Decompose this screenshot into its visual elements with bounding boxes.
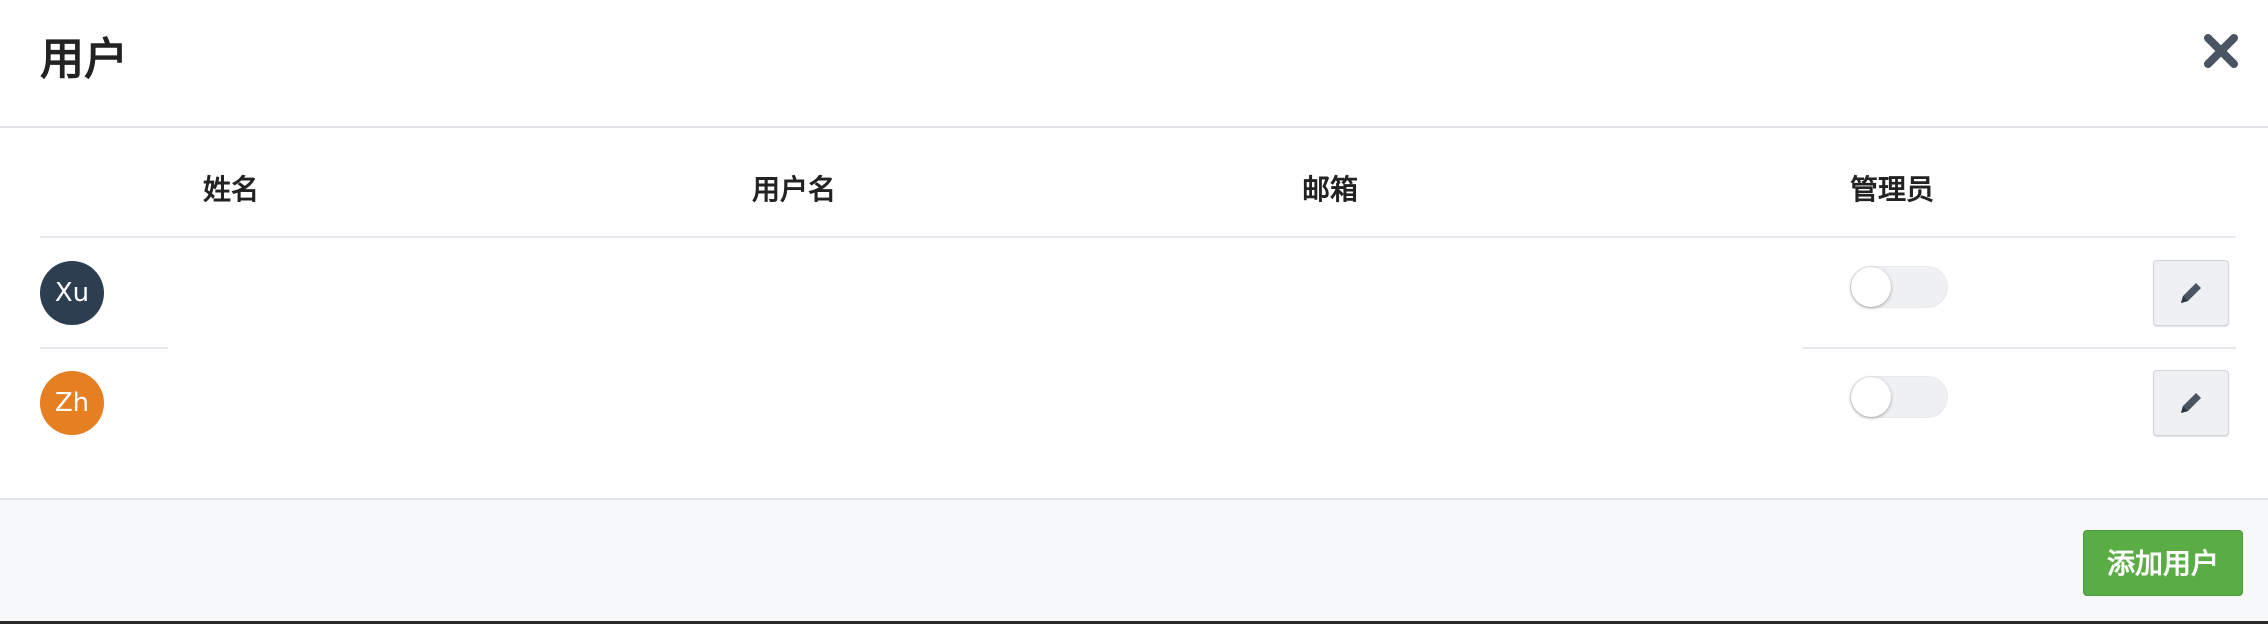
edit-user-button[interactable] [2153, 370, 2229, 436]
column-header-name: 姓名 [203, 173, 260, 206]
column-header-email: 邮箱 [1302, 173, 1359, 206]
admin-toggle[interactable] [1850, 266, 1948, 308]
modal-header: 用户 [0, 0, 2268, 128]
row-divider [1802, 347, 2236, 349]
users-modal: 用户 姓名 用户名 邮箱 管理员 Xu Zh 添加用户 [0, 0, 2268, 624]
close-button[interactable] [2200, 28, 2244, 72]
pencil-icon [2181, 393, 2201, 413]
toggle-knob [1851, 267, 1891, 307]
admin-toggle[interactable] [1850, 376, 1948, 418]
close-icon [2204, 34, 2238, 68]
add-user-button[interactable]: 添加用户 [2083, 530, 2243, 596]
modal-footer: 添加用户 [0, 498, 2268, 624]
avatar: Xu [40, 261, 104, 325]
column-header-admin: 管理员 [1850, 173, 1935, 206]
toggle-knob [1851, 377, 1891, 417]
pencil-icon [2181, 283, 2201, 303]
modal-title: 用户 [40, 34, 128, 85]
header-divider [40, 236, 2236, 238]
row-divider [40, 347, 168, 349]
avatar: Zh [40, 371, 104, 435]
edit-user-button[interactable] [2153, 260, 2229, 326]
column-header-username: 用户名 [752, 173, 837, 206]
